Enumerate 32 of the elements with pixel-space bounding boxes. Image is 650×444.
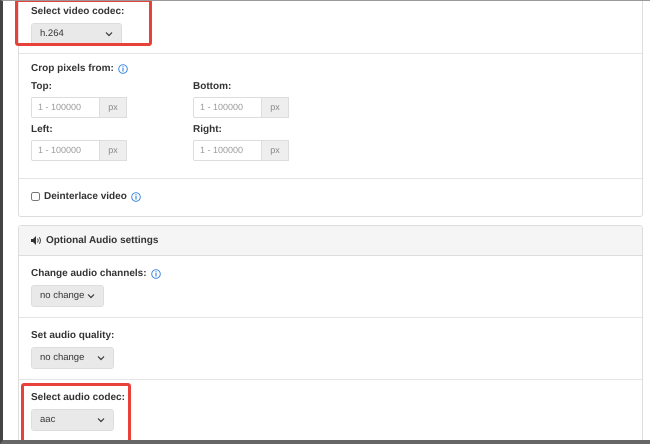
number-field[interactable]: 1 - 100000 xyxy=(31,97,100,118)
caret-icon xyxy=(97,417,105,423)
number-field[interactable]: 1 - 100000 xyxy=(193,140,262,161)
field-label: Left: xyxy=(31,123,53,137)
select-dropdown[interactable]: h.264 xyxy=(31,23,122,45)
info-icon[interactable] xyxy=(150,268,161,278)
number-field[interactable]: 1 - 100000 xyxy=(193,97,262,118)
info-icon[interactable] xyxy=(118,64,128,74)
field-label: Crop pixels from: xyxy=(31,62,114,76)
info-icon[interactable] xyxy=(130,192,141,202)
field-label: Select audio codec: xyxy=(31,391,125,405)
caret-icon xyxy=(87,293,95,299)
checkbox-label: Deinterlace video xyxy=(44,190,127,204)
unit-label: px xyxy=(100,140,127,161)
select-dropdown[interactable]: no change xyxy=(31,347,114,369)
field-label: Select video codec: xyxy=(31,5,124,19)
caret-icon xyxy=(105,31,113,37)
speaker-icon xyxy=(31,236,42,245)
select-dropdown[interactable]: aac xyxy=(31,409,114,431)
field-label: Change audio channels: xyxy=(31,267,147,281)
unit-label: px xyxy=(262,97,289,118)
unit-label: px xyxy=(100,97,127,118)
field-label: Right: xyxy=(193,123,222,137)
unit-label: px xyxy=(262,140,289,161)
section-header: Optional Audio settings xyxy=(46,234,158,248)
caret-icon xyxy=(97,355,105,361)
field-label: Top: xyxy=(31,80,52,94)
field-label: Bottom: xyxy=(193,80,232,94)
number-field[interactable]: 1 - 100000 xyxy=(31,140,100,161)
checkbox[interactable] xyxy=(31,192,40,201)
field-label: Set audio quality: xyxy=(31,329,114,343)
select-dropdown[interactable]: no change xyxy=(31,285,104,307)
